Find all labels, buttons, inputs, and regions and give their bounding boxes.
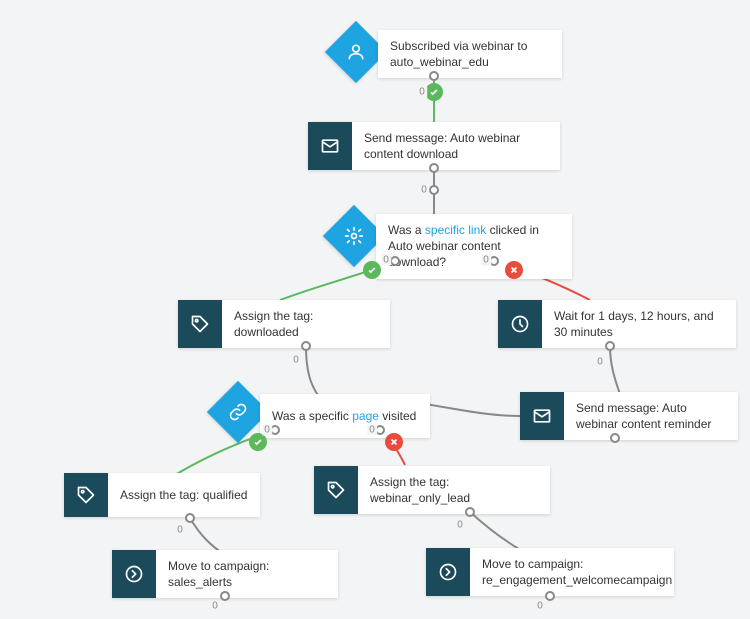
node-subscribed[interactable]: Subscribed via webinar to auto_webinar_e…	[378, 30, 562, 78]
node-link-clicked[interactable]: Was a specific link clicked in Auto webi…	[376, 214, 572, 279]
workflow-canvas[interactable]: Subscribed via webinar to auto_webinar_e…	[0, 0, 750, 619]
node-label: Was a specific link clicked in Auto webi…	[376, 214, 572, 279]
node-page-visited[interactable]: Was a specific page visited	[260, 394, 430, 438]
node-label: Assign the tag: webinar_only_lead	[358, 466, 550, 514]
port	[545, 591, 555, 601]
edge-count: 0	[417, 87, 427, 98]
arrow-right-circle-icon	[426, 548, 470, 596]
tag-icon	[64, 473, 108, 517]
node-label: Move to campaign: sales_alerts	[156, 550, 338, 598]
node-send-message-reminder[interactable]: Send message: Auto webinar content remin…	[520, 392, 738, 440]
edge-count: 0	[291, 355, 301, 366]
port	[390, 256, 400, 266]
port	[301, 341, 311, 351]
link-icon	[228, 402, 248, 422]
node-label: Move to campaign: re_engagement_welcomec…	[470, 548, 684, 596]
check-icon	[363, 261, 381, 279]
edge-count: 0	[481, 255, 491, 266]
node-label: Was a specific page visited	[260, 394, 428, 438]
port	[185, 513, 195, 523]
node-move-reengagement[interactable]: Move to campaign: re_engagement_welcomec…	[426, 548, 674, 596]
port	[429, 71, 439, 81]
node-tag-qualified[interactable]: Assign the tag: qualified	[64, 473, 260, 517]
port	[429, 185, 439, 195]
tag-icon	[178, 300, 222, 348]
node-label: Send message: Auto webinar content remin…	[564, 392, 738, 440]
edge-count: 0	[419, 185, 429, 196]
gear-icon	[344, 226, 364, 246]
port	[605, 341, 615, 351]
node-tag-downloaded[interactable]: Assign the tag: downloaded	[178, 300, 390, 348]
edge-count: 0	[367, 425, 377, 436]
node-label: Wait for 1 days, 12 hours, and 30 minute…	[542, 300, 736, 348]
edge-count: 0	[175, 525, 185, 536]
port	[465, 507, 475, 517]
user-icon	[346, 42, 366, 62]
edge-count: 0	[262, 425, 272, 436]
node-label: Subscribed via webinar to auto_webinar_e…	[378, 30, 562, 78]
x-icon	[505, 261, 523, 279]
node-tag-webinar-only-lead[interactable]: Assign the tag: webinar_only_lead	[314, 466, 550, 514]
check-icon	[425, 83, 443, 101]
mail-icon	[308, 122, 352, 170]
edge-count: 0	[455, 520, 465, 531]
mail-icon	[520, 392, 564, 440]
tag-icon	[314, 466, 358, 514]
clock-icon	[498, 300, 542, 348]
check-icon	[249, 433, 267, 451]
edge-count: 0	[595, 357, 605, 368]
node-label: Assign the tag: qualified	[108, 473, 259, 517]
edge-count: 0	[535, 601, 545, 612]
arrow-right-circle-icon	[112, 550, 156, 598]
port	[220, 591, 230, 601]
edge-count: 0	[381, 255, 391, 266]
node-wait[interactable]: Wait for 1 days, 12 hours, and 30 minute…	[498, 300, 736, 348]
port	[429, 163, 439, 173]
node-label: Send message: Auto webinar content downl…	[352, 122, 560, 170]
port	[610, 433, 620, 443]
edge-count: 0	[210, 601, 220, 612]
x-icon	[385, 433, 403, 451]
